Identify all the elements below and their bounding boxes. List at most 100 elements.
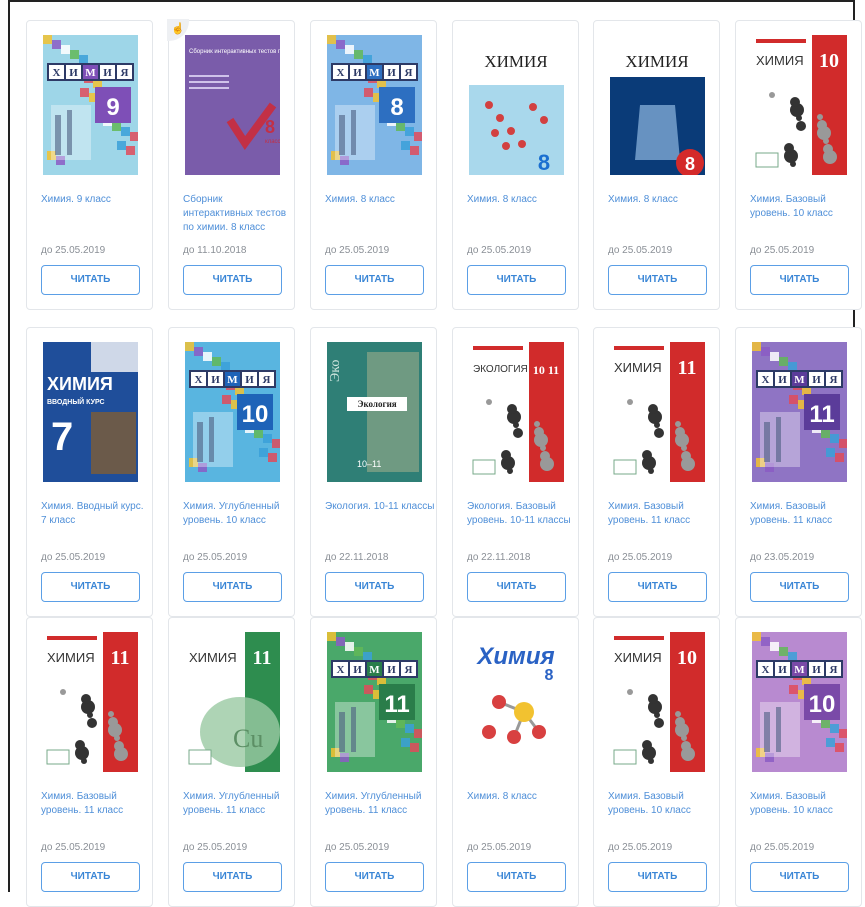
read-button[interactable]: ЧИТАТЬ [467, 862, 566, 892]
read-button[interactable]: ЧИТАТЬ [183, 862, 282, 892]
book-cover[interactable]: Экология 10–11 Эко [327, 342, 422, 482]
book-title-link[interactable]: Химия. Базовый уровень. 10 класс [608, 790, 718, 818]
book-card[interactable]: ХИМИЯ 8 Химия. 8 класс до 25.05.2019 ЧИТ… [593, 20, 720, 310]
svg-text:класс: класс [265, 139, 280, 145]
book-cover[interactable]: Х И М И Я 9 [43, 35, 138, 175]
read-button[interactable]: ЧИТАТЬ [608, 862, 707, 892]
book-card[interactable]: ХИМИЯ 10 Химия. Базовый уровень. 10 клас… [735, 20, 862, 310]
book-card[interactable]: Х И М И Я 10 Химия. Углубленный уровень.… [168, 327, 295, 617]
book-title-link[interactable]: Сборник интерактивных тестов по химии. 8… [183, 193, 293, 235]
book-title-link[interactable]: Химия. Базовый уровень. 11 класс [608, 500, 718, 528]
book-title-link[interactable]: Химия. 8 класс [467, 790, 577, 804]
access-date: до 22.11.2018 [325, 552, 389, 563]
book-card[interactable]: Х И М И Я 11 Химия. Углубленный уровень.… [310, 617, 437, 907]
read-button[interactable]: ЧИТАТЬ [41, 265, 140, 295]
book-title-link[interactable]: Химия. Базовый уровень. 11 класс [41, 790, 151, 818]
book-title-link[interactable]: Химия. 8 класс [467, 193, 577, 207]
book-card[interactable]: ХИМИЯ ВВОДНЫЙ КУРС 7 Химия. Вводный курс… [26, 327, 153, 617]
read-button[interactable]: ЧИТАТЬ [608, 572, 707, 602]
svg-text:М: М [227, 374, 238, 386]
book-cover[interactable]: Х И М И Я 11 [327, 632, 422, 772]
access-date: до 25.05.2019 [325, 245, 390, 256]
book-title-link[interactable]: Химия. 8 класс [325, 193, 435, 207]
book-card[interactable]: ХИМИЯ 11 Химия. Базовый уровень. 11 клас… [26, 617, 153, 907]
book-title-link[interactable]: Химия. 9 класс [41, 193, 151, 207]
access-date: до 25.05.2019 [750, 245, 815, 256]
book-title-link[interactable]: Химия. 8 класс [608, 193, 718, 207]
read-button[interactable]: ЧИТАТЬ [750, 265, 849, 295]
read-button[interactable]: ЧИТАТЬ [467, 265, 566, 295]
book-card[interactable]: ☝ Сборник интерактивных тестов по Химии … [167, 19, 295, 310]
book-card[interactable]: ХИМИЯ 8 Химия. 8 класс до 25.05.2019 ЧИТА… [452, 20, 579, 310]
book-card[interactable]: Х И М И Я 10 Химия. Базовый уровень. 10 … [735, 617, 862, 907]
book-title-link[interactable]: Химия. Базовый уровень. 10 класс [750, 790, 860, 818]
read-button[interactable]: ЧИТАТЬ [41, 862, 140, 892]
svg-text:11: 11 [678, 357, 697, 379]
svg-text:И: И [245, 374, 254, 386]
svg-text:ХИМИЯ: ХИМИЯ [47, 650, 95, 665]
svg-text:И: И [353, 67, 362, 79]
book-card[interactable]: Х И М И Я 8 Химия. 8 класс до 25.05.2019… [310, 20, 437, 310]
svg-text:ХИМИЯ: ХИМИЯ [756, 53, 804, 68]
book-cover[interactable]: ХИМИЯ 8 [469, 35, 564, 175]
book-cover[interactable]: ХИМИЯ 10 [610, 632, 705, 772]
svg-text:ХИМИЯ: ХИМИЯ [625, 52, 688, 71]
svg-text:И: И [778, 374, 787, 386]
book-title-link[interactable]: Экология. Базовый уровень. 10-11 классы [467, 500, 577, 528]
read-button[interactable]: ЧИТАТЬ [325, 862, 424, 892]
svg-text:7: 7 [51, 415, 73, 459]
book-cover[interactable]: Х И М И Я 8 [327, 35, 422, 175]
book-card[interactable]: ЭКОЛОГИЯ 10 11 Экология. Базовый уровень… [452, 327, 579, 617]
book-cover[interactable]: Х И М И Я 10 [185, 342, 280, 482]
read-button[interactable]: ЧИТАТЬ [183, 265, 282, 295]
book-card[interactable]: Экология 10–11 Эко Экология. 10-11 класс… [310, 327, 437, 617]
svg-text:И: И [353, 664, 362, 676]
book-title-link[interactable]: Химия. Углубленный уровень. 11 класс [183, 790, 293, 818]
read-button[interactable]: ЧИТАТЬ [750, 862, 849, 892]
book-title-link[interactable]: Химия. Углубленный уровень. 11 класс [325, 790, 435, 818]
read-button[interactable]: ЧИТАТЬ [325, 265, 424, 295]
svg-text:Я: Я [405, 67, 413, 79]
book-title-link[interactable]: Химия. Базовый уровень. 11 класс [750, 500, 860, 528]
book-card[interactable]: Х И М И Я 9 Химия. 9 класс до 25.05.2019… [26, 20, 153, 310]
book-cover[interactable]: ХИМИЯ 11 [610, 342, 705, 482]
read-button[interactable]: ЧИТАТЬ [608, 265, 707, 295]
svg-text:Cu: Cu [233, 724, 263, 753]
svg-text:8: 8 [538, 150, 550, 175]
read-button[interactable]: ЧИТАТЬ [41, 572, 140, 602]
access-date: до 11.10.2018 [183, 245, 247, 256]
svg-text:Эко: Эко [328, 360, 343, 382]
read-button[interactable]: ЧИТАТЬ [325, 572, 424, 602]
book-cover[interactable]: ХИМИЯ 11 Cu [185, 632, 280, 772]
svg-text:И: И [69, 67, 78, 79]
access-date: до 25.05.2019 [608, 552, 673, 563]
svg-text:11: 11 [253, 647, 272, 669]
access-date: до 25.05.2019 [608, 245, 673, 256]
book-cover[interactable]: ХИМИЯ 10 [752, 35, 847, 175]
book-title-link[interactable]: Экология. 10-11 классы [325, 500, 435, 514]
svg-text:10: 10 [677, 647, 697, 669]
book-card[interactable]: ХИМИЯ 10 Химия. Базовый уровень. 10 клас… [593, 617, 720, 907]
book-cover[interactable]: Сборник интерактивных тестов по Химии 8 … [185, 35, 280, 175]
book-cover[interactable]: Х И М И Я 10 [752, 632, 847, 772]
book-card[interactable]: Х И М И Я 11 Химия. Базовый уровень. 11 … [735, 327, 862, 617]
svg-text:10: 10 [809, 691, 836, 718]
book-title-link[interactable]: Химия. Вводный курс. 7 класс [41, 500, 151, 528]
book-cover[interactable]: Х И М И Я 11 [752, 342, 847, 482]
book-cover[interactable]: ХИМИЯ 11 [43, 632, 138, 772]
book-card[interactable]: ХИМИЯ 11 Cu Химия. Углубленный уровень. … [168, 617, 295, 907]
svg-text:10 11: 10 11 [533, 363, 559, 377]
book-cover[interactable]: Химия 8 [469, 632, 564, 772]
read-button[interactable]: ЧИТАТЬ [183, 572, 282, 602]
book-card[interactable]: ХИМИЯ 11 Химия. Базовый уровень. 11 клас… [593, 327, 720, 617]
read-button[interactable]: ЧИТАТЬ [467, 572, 566, 602]
book-cover[interactable]: ХИМИЯ 8 [610, 35, 705, 175]
read-button[interactable]: ЧИТАТЬ [750, 572, 849, 602]
book-cover[interactable]: ЭКОЛОГИЯ 10 11 [469, 342, 564, 482]
book-card[interactable]: Химия 8 Химия. 8 класс до 25.05.2019 ЧИТ… [452, 617, 579, 907]
svg-text:Экология: Экология [357, 399, 396, 409]
svg-text:Х: Х [53, 67, 61, 79]
book-title-link[interactable]: Химия. Базовый уровень. 10 класс [750, 193, 860, 221]
book-title-link[interactable]: Химия. Углубленный уровень. 10 класс [183, 500, 293, 528]
book-cover[interactable]: ХИМИЯ ВВОДНЫЙ КУРС 7 [43, 342, 138, 482]
